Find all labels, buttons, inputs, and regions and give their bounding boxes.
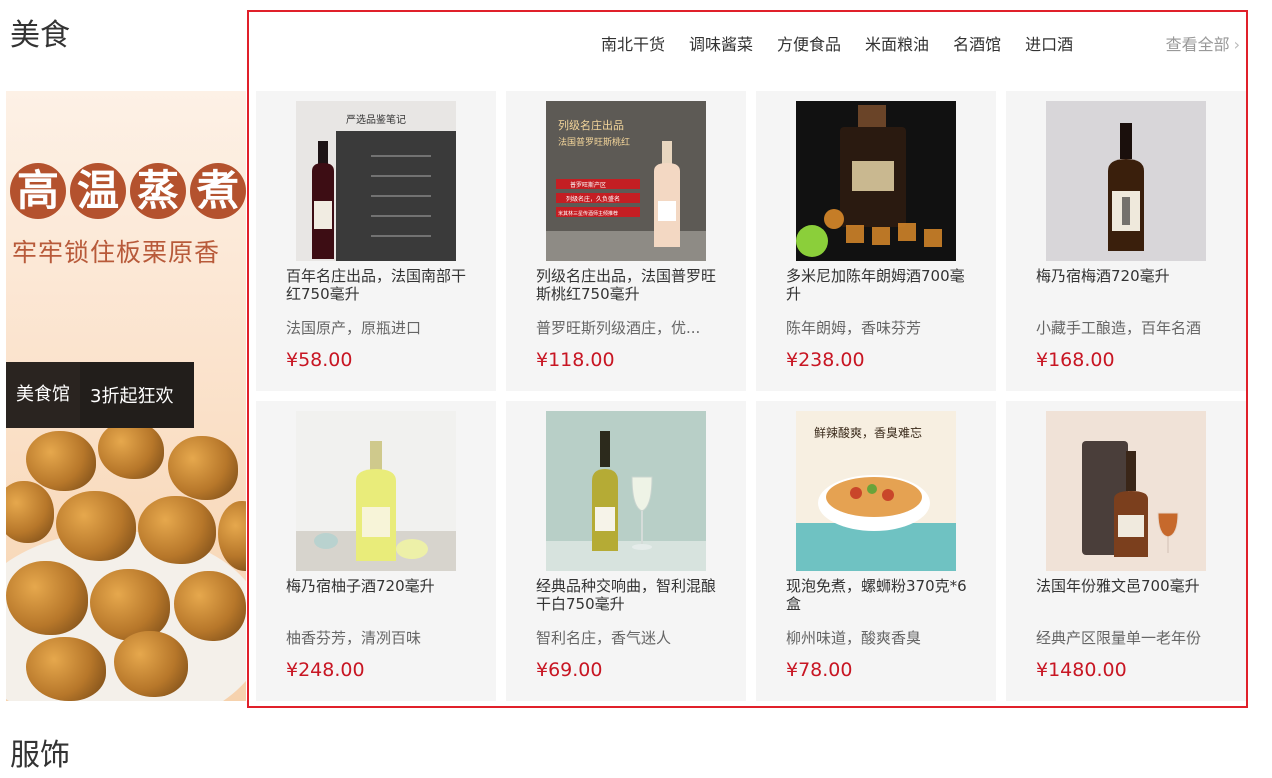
- product-name[interactable]: 百年名庄出品，法国南部干红750毫升: [286, 267, 470, 303]
- product-desc: 经典产区限量单一老年份: [1036, 629, 1202, 647]
- product-name[interactable]: 梅乃宿柚子酒720毫升: [286, 577, 470, 613]
- white-wine-bottle-icon: [546, 411, 706, 571]
- product-image[interactable]: 列级名庄出品 法国普罗旺斯桃红 普罗旺斯产区 列级名庄，久负盛名 米其林三星传酒…: [546, 101, 706, 261]
- tab-fangbian-shipin[interactable]: 方便食品: [777, 31, 841, 55]
- product-name[interactable]: 多米尼加陈年朗姆酒700毫升: [786, 267, 970, 303]
- product-name[interactable]: 梅乃宿梅酒720毫升: [1036, 267, 1220, 303]
- promo-band-left[interactable]: 美食馆: [6, 362, 80, 428]
- product-desc: 小藏手工酿造，百年名酒: [1036, 319, 1202, 337]
- product-price: ¥58.00: [286, 349, 353, 371]
- product-image[interactable]: 鲜辣酸爽，香臭难忘: [796, 411, 956, 571]
- svg-text:普罗旺斯产区: 普罗旺斯产区: [570, 181, 606, 189]
- product-card[interactable]: 法国年份雅文邑700毫升 经典产区限量单一老年份 ¥1480.00: [1006, 401, 1246, 701]
- noodle-bowl-icon: 鲜辣酸爽，香臭难忘: [796, 411, 956, 571]
- product-price: ¥69.00: [536, 659, 603, 681]
- tab-mimian-liangyou[interactable]: 米面粮油: [865, 31, 929, 55]
- product-desc: 普罗旺斯列级酒庄，优...: [536, 319, 701, 337]
- view-all-label: 查看全部: [1165, 35, 1230, 54]
- product-card[interactable]: 鲜辣酸爽，香臭难忘 现泡免煮，螺蛳粉370克*6盒 柳州味道，酸爽香臭 ¥78.…: [756, 401, 996, 701]
- product-price: ¥78.00: [786, 659, 853, 681]
- product-price: ¥1480.00: [1036, 659, 1127, 681]
- category-tabs: 南北干货 调味酱菜 方便食品 米面粮油 名酒馆 进口酒: [601, 31, 1073, 55]
- product-card[interactable]: 梅乃宿柚子酒720毫升 柚香芬芳，清冽百味 ¥248.00: [256, 401, 496, 701]
- chestnut-image: [26, 431, 96, 491]
- next-section-title: 服饰: [10, 738, 70, 773]
- promo-subline: 牢牢锁住板栗原香: [12, 238, 221, 267]
- chestnut-image: [174, 571, 246, 641]
- product-name[interactable]: 法国年份雅文邑700毫升: [1036, 577, 1220, 613]
- promo-headline-char: 温: [70, 163, 126, 219]
- product-price: ¥248.00: [286, 659, 365, 681]
- product-card[interactable]: 经典品种交响曲，智利混酿干白750毫升 智利名庄，香气迷人 ¥69.00: [506, 401, 746, 701]
- promo-headline: 高 温 蒸 煮: [10, 159, 246, 227]
- product-name[interactable]: 经典品种交响曲，智利混酿干白750毫升: [536, 577, 720, 613]
- chevron-right-icon: ›: [1233, 35, 1240, 54]
- chestnut-image: [114, 631, 188, 697]
- product-card[interactable]: 严选品鉴笔记 百年名庄出品，法国南部干红750毫升 法国原产，原瓶进口 ¥58.…: [256, 91, 496, 391]
- section-title: 美食: [10, 18, 70, 53]
- promo-headline-char: 蒸: [130, 163, 186, 219]
- view-all-link[interactable]: 查看全部 ›: [1166, 31, 1240, 55]
- product-desc: 陈年朗姆，香味芬芳: [786, 319, 922, 337]
- product-image[interactable]: 严选品鉴笔记: [296, 101, 456, 261]
- chestnut-image: [168, 436, 238, 500]
- plum-wine-bottle-icon: [1046, 101, 1206, 261]
- promo-banner[interactable]: 高 温 蒸 煮 牢牢锁住板栗原香 美食馆 3折起狂欢: [6, 91, 246, 701]
- product-panel: 南北干货 调味酱菜 方便食品 米面粮油 名酒馆 进口酒 查看全部 › 严选品鉴笔记: [247, 10, 1248, 708]
- svg-text:米其林三星传酒师主倾推荐: 米其林三星传酒师主倾推荐: [558, 210, 618, 217]
- product-card[interactable]: 多米尼加陈年朗姆酒700毫升 陈年朗姆，香味芬芳 ¥238.00: [756, 91, 996, 391]
- promo-headline-char: 煮: [190, 163, 246, 219]
- product-price: ¥118.00: [536, 349, 615, 371]
- product-name[interactable]: 现泡免煮，螺蛳粉370克*6盒: [786, 577, 970, 613]
- product-price: ¥168.00: [1036, 349, 1115, 371]
- tab-jinkoujiu[interactable]: 进口酒: [1025, 31, 1073, 55]
- tab-tiaowei-jiangcai[interactable]: 调味酱菜: [689, 31, 753, 55]
- rose-wine-bottle-icon: 列级名庄出品 法国普罗旺斯桃红 普罗旺斯产区 列级名庄，久负盛名 米其林三星传酒…: [546, 101, 706, 261]
- product-name[interactable]: 列级名庄出品，法国普罗旺斯桃红750毫升: [536, 267, 720, 303]
- svg-text:法国普罗旺斯桃红: 法国普罗旺斯桃红: [558, 136, 630, 148]
- product-card[interactable]: 梅乃宿梅酒720毫升 小藏手工酿造，百年名酒 ¥168.00: [1006, 91, 1246, 391]
- svg-text:列级名庄出品: 列级名庄出品: [558, 118, 624, 132]
- product-card[interactable]: 列级名庄出品 法国普罗旺斯桃红 普罗旺斯产区 列级名庄，久负盛名 米其林三星传酒…: [506, 91, 746, 391]
- product-desc: 柳州味道，酸爽香臭: [786, 629, 922, 647]
- product-image[interactable]: [1046, 411, 1206, 571]
- chestnut-image: [98, 421, 164, 479]
- product-desc: 法国原产，原瓶进口: [286, 319, 422, 337]
- armagnac-bottle-icon: [1046, 411, 1206, 571]
- product-desc: 智利名庄，香气迷人: [536, 629, 672, 647]
- product-image[interactable]: [1046, 101, 1206, 261]
- product-image[interactable]: [546, 411, 706, 571]
- yuzu-liqueur-bottle-icon: [296, 411, 456, 571]
- tab-nanbei-ganhuo[interactable]: 南北干货: [601, 31, 665, 55]
- svg-text:鲜辣酸爽，香臭难忘: 鲜辣酸爽，香臭难忘: [814, 425, 922, 440]
- promo-headline-char: 高: [10, 163, 66, 219]
- svg-text:严选品鉴笔记: 严选品鉴笔记: [346, 113, 406, 126]
- promo-band[interactable]: 美食馆 3折起狂欢: [6, 362, 194, 428]
- product-price: ¥238.00: [786, 349, 865, 371]
- svg-text:列级名庄，久负盛名: 列级名庄，久负盛名: [566, 195, 620, 203]
- red-wine-bottle-icon: 严选品鉴笔记: [296, 101, 456, 261]
- tab-mingjiuguan[interactable]: 名酒馆: [953, 31, 1001, 55]
- chestnut-image: [6, 481, 54, 543]
- product-desc: 柚香芬芳，清冽百味: [286, 629, 422, 647]
- product-image[interactable]: [296, 411, 456, 571]
- rum-bottle-icon: [796, 101, 956, 261]
- promo-band-right[interactable]: 3折起狂欢: [80, 382, 183, 408]
- product-image[interactable]: [796, 101, 956, 261]
